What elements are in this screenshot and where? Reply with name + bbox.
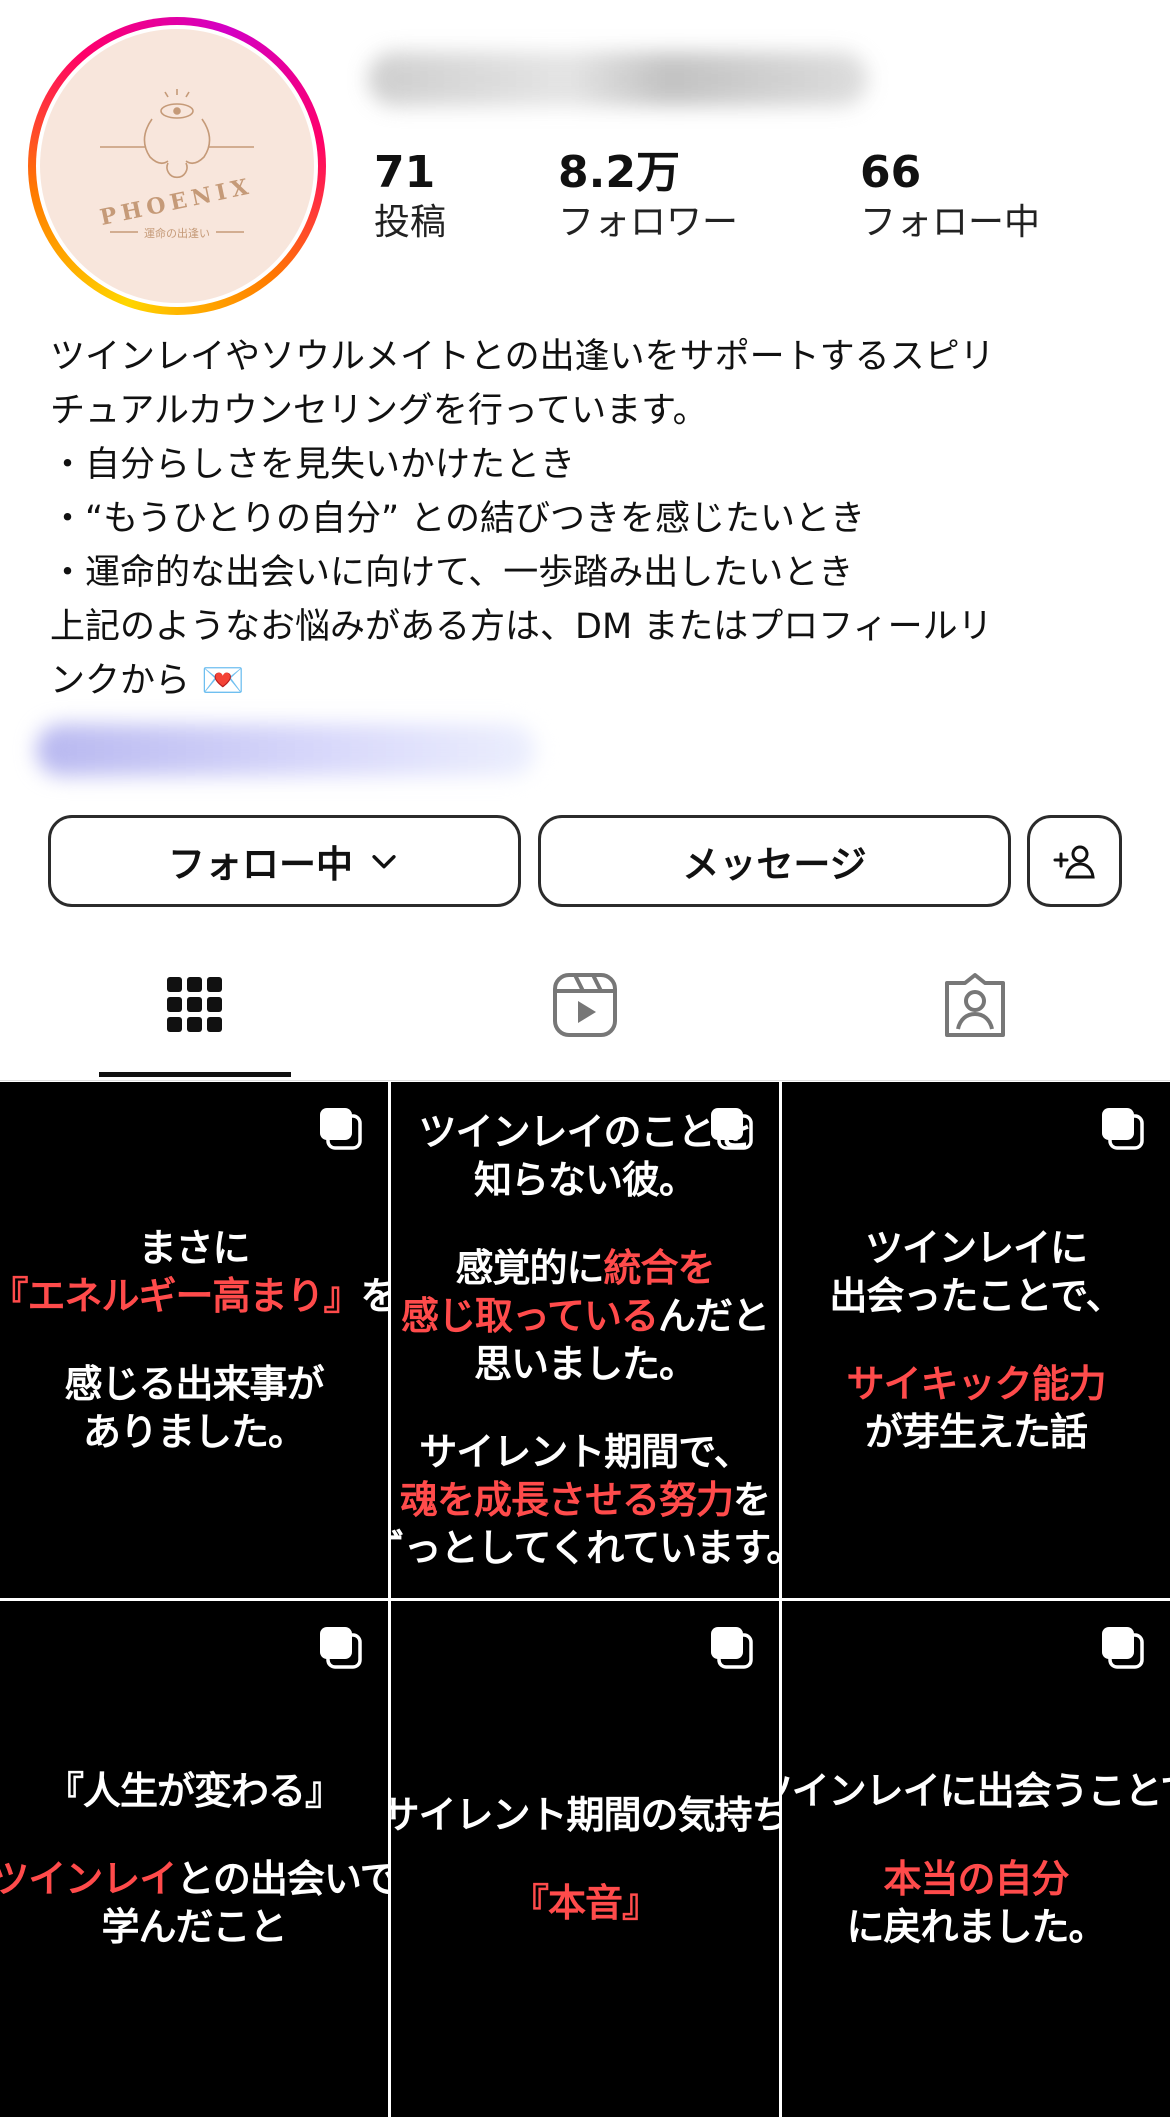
- post-text-line: 『エネルギー高まり』を: [0, 1272, 388, 1320]
- grid-icon: [167, 977, 222, 1032]
- post-tile[interactable]: 『人生が変わる』ツインレイとの出会いで 学んだこと: [0, 1601, 388, 2117]
- stat-followers-count: 8.2万: [558, 147, 680, 198]
- chevron-down-icon: [372, 855, 396, 869]
- post-text-line: まさに: [138, 1226, 250, 1270]
- active-tab-indicator: [99, 1072, 291, 1077]
- post-text-line: ツインレイに出会うことで: [782, 1769, 1170, 1813]
- stat-following-count: 66: [860, 147, 922, 198]
- post-highlight-text: 『エネルギー高まり』: [0, 1274, 362, 1318]
- tab-posts-grid[interactable]: [155, 965, 235, 1045]
- stat-followers-label: フォロワー: [558, 202, 739, 243]
- following-button-label: フォロー中: [168, 843, 353, 886]
- stat-posts-label: 投稿: [374, 202, 447, 243]
- post-text-line: サイキック能力: [846, 1360, 1106, 1408]
- carousel-icon: [318, 1106, 364, 1152]
- carousel-icon: [709, 1106, 755, 1152]
- reels-icon: [553, 973, 617, 1037]
- message-button-label: メッセージ: [682, 843, 867, 886]
- posts-grid: まさに 『エネルギー高まり』を感じる出来事が ありました。 ツインレイのことを 知らな…: [0, 1082, 1170, 2117]
- post-text-line: が芽生えた話: [864, 1410, 1088, 1454]
- post-highlight-text: 『本音』: [510, 1881, 660, 1925]
- add-person-icon: [1053, 845, 1095, 879]
- suggested-users-button[interactable]: [1027, 815, 1122, 907]
- post-highlight-text: ツインレイ: [0, 1857, 177, 1901]
- phoenix-logo-icon: PHOENIX 運命の出逢い: [98, 89, 256, 240]
- carousel-icon: [318, 1625, 364, 1671]
- post-text-line: 本当の自分: [883, 1855, 1069, 1903]
- post-text-line: ありました。: [82, 1410, 306, 1454]
- post-text-line: サイレント期間の気持ち: [391, 1793, 779, 1837]
- post-text-line: 学んだこと: [101, 1905, 287, 1949]
- post-highlight-text: 本当の自分: [883, 1857, 1069, 1901]
- stat-posts[interactable]: 71 投稿: [374, 148, 446, 246]
- post-text-line: 『人生が変わる』: [45, 1769, 343, 1813]
- post-text-line: 思いました。: [473, 1342, 697, 1386]
- profile-link-blurred[interactable]: [36, 724, 536, 776]
- post-text-line: ツインレイに: [864, 1226, 1088, 1270]
- post-tile[interactable]: ツインレイのことを 知らない彼。 感覚的に統合を 感じ取っているんだと 思いました。サイ…: [391, 1082, 779, 1598]
- stat-following[interactable]: 66 フォロー中: [860, 148, 1040, 246]
- profile-bio: ツインレイやソウルメイトとの出逢いをサポートするスピリ チュアルカウンセリングを…: [50, 337, 995, 701]
- post-text-line: 出会ったことで、: [829, 1274, 1123, 1318]
- post-text-line: 感じ取っているんだと: [400, 1294, 770, 1338]
- post-text-line: 『本音』: [510, 1879, 660, 1927]
- avatar-logo-subtext: 運命の出逢い: [144, 226, 210, 240]
- username-blurred: [368, 52, 868, 106]
- post-text-line: ずっとしてくれています。: [391, 1526, 779, 1570]
- stat-posts-count: 71: [374, 147, 436, 198]
- post-text-line: ツインレイのことを: [418, 1110, 752, 1154]
- post-text-line: 感覚的に統合を: [455, 1246, 716, 1290]
- post-tile[interactable]: まさに 『エネルギー高まり』を感じる出来事が ありました。: [0, 1082, 388, 1598]
- profile-avatar-ring[interactable]: PHOENIX 運命の出逢い: [28, 17, 326, 315]
- tagged-person-icon: [945, 973, 1005, 1037]
- post-tile[interactable]: ツインレイに出会うことで本当の自分に戻れました。: [782, 1601, 1170, 2117]
- tab-reels[interactable]: [545, 965, 625, 1045]
- post-tile[interactable]: サイレント期間の気持ち 『本音』: [391, 1601, 779, 2117]
- post-highlight-text: 魂を成長させる努力: [399, 1478, 734, 1522]
- following-button[interactable]: フォロー中: [48, 815, 521, 907]
- post-text-line: 知らない彼。: [473, 1158, 697, 1202]
- post-text-line: サイレント期間で、: [419, 1430, 751, 1474]
- carousel-icon: [1100, 1625, 1146, 1671]
- stat-following-label: フォロー中: [860, 202, 1041, 243]
- post-highlight-text: 統合を: [603, 1246, 716, 1290]
- carousel-icon: [1100, 1106, 1146, 1152]
- message-button[interactable]: メッセージ: [538, 815, 1011, 907]
- stat-followers[interactable]: 8.2万 フォロワー: [558, 148, 738, 246]
- avatar[interactable]: PHOENIX 運命の出逢い: [40, 29, 314, 303]
- post-highlight-text: 感じ取っている: [400, 1294, 659, 1338]
- post-text-line: 感じる出来事が: [64, 1362, 324, 1406]
- post-text-line: に戻れました。: [846, 1905, 1106, 1949]
- post-text-line: ツインレイとの出会いで: [0, 1855, 388, 1903]
- avatar-logo-text: PHOENIX: [98, 173, 256, 231]
- tabs-divider: [0, 1080, 1170, 1081]
- carousel-icon: [709, 1625, 755, 1671]
- tab-tagged[interactable]: [935, 965, 1015, 1045]
- post-highlight-text: サイキック能力: [846, 1362, 1106, 1406]
- post-tile[interactable]: ツインレイに 出会ったことで、 サイキック能力 が芽生えた話: [782, 1082, 1170, 1598]
- post-text-line: 魂を成長させる努力を: [399, 1478, 771, 1522]
